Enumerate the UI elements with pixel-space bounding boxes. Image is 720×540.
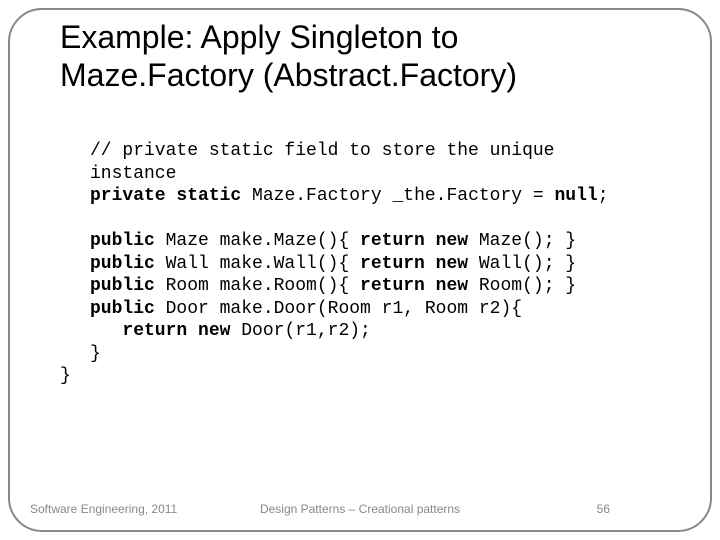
code-kw: private static — [90, 186, 241, 206]
code-comment: // private static field to store the uni… — [90, 141, 554, 161]
code-text: Wall(); } — [468, 254, 576, 274]
code-kw: public — [90, 276, 155, 296]
code-text: ; — [598, 186, 609, 206]
code-kw: return new — [122, 321, 230, 341]
slide: Example: Apply Singleton to Maze.Factory… — [0, 0, 720, 540]
code-kw: public — [90, 254, 155, 274]
code-comment-cont: instance — [90, 164, 176, 184]
code-text: Wall make.Wall(){ — [155, 254, 360, 274]
code-text: Maze make.Maze(){ — [155, 231, 360, 251]
code-text: Door(r1,r2); — [230, 321, 370, 341]
footer: Software Engineering, 2011 Design Patter… — [0, 502, 720, 522]
code-text — [90, 321, 122, 341]
footer-page-number: 56 — [597, 502, 610, 516]
code-text: } — [90, 344, 101, 364]
code-text: Room(); } — [468, 276, 576, 296]
code-text: } — [60, 366, 71, 386]
code-kw: return new — [360, 254, 468, 274]
code-kw: public — [90, 299, 155, 319]
code-kw: return new — [360, 276, 468, 296]
code-text: Maze.Factory _the.Factory = — [241, 186, 554, 206]
code-text: Maze(); } — [468, 231, 576, 251]
code-kw: null — [555, 186, 598, 206]
code-kw: return new — [360, 231, 468, 251]
slide-title: Example: Apply Singleton to Maze.Factory… — [60, 18, 680, 95]
code-block: // private static field to store the uni… — [90, 140, 680, 388]
code-text: Room make.Room(){ — [155, 276, 360, 296]
code-kw: public — [90, 231, 155, 251]
footer-center: Design Patterns – Creational patterns — [0, 502, 720, 516]
code-text: Door make.Door(Room r1, Room r2){ — [155, 299, 522, 319]
